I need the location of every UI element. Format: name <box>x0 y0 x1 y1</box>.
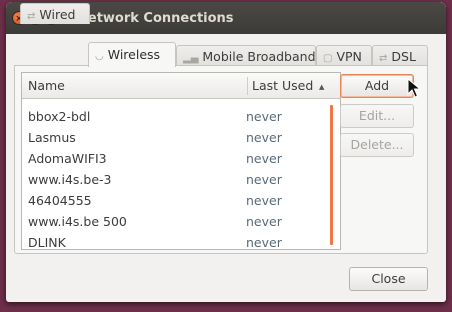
column-header-name[interactable]: Name <box>28 73 65 99</box>
tab-wired-label: Wired <box>39 7 76 22</box>
mouse-pointer-icon <box>407 78 421 98</box>
wireless-icon: ◡ <box>95 51 104 62</box>
connections-list[interactable]: Name Last Used ▲ bbox2-bdl never Lasmus … <box>21 72 341 250</box>
connection-name: www.i4s.be 500 <box>28 214 127 229</box>
list-rows: bbox2-bdl never Lasmus never AdomaWIFI3 … <box>22 99 340 250</box>
list-item[interactable]: bbox2-bdl never <box>22 106 340 127</box>
add-button[interactable]: Add <box>340 74 414 98</box>
wired-icon: ⇄ <box>27 11 36 22</box>
tab-dsl-label: DSL <box>391 49 416 64</box>
delete-button[interactable]: Delete... <box>340 133 414 157</box>
column-separator[interactable] <box>247 77 248 95</box>
connection-last-used: never <box>246 214 282 229</box>
close-button[interactable]: Close <box>349 267 428 291</box>
list-item[interactable]: 46404555 never <box>22 190 340 211</box>
connection-name: DLINK <box>28 235 66 250</box>
list-item[interactable]: www.i4s.be 500 never <box>22 211 340 232</box>
list-item[interactable]: AdomaWIFI3 never <box>22 148 340 169</box>
connection-name: Lasmus <box>28 130 76 145</box>
mobile-broadband-icon: ▂▄ <box>183 53 199 64</box>
list-header: Name Last Used ▲ <box>22 73 340 99</box>
connection-name: 46404555 <box>28 193 92 208</box>
list-item-partial[interactable] <box>22 99 340 106</box>
window-title: Network Connections <box>77 11 234 26</box>
tab-mobile-broadband[interactable]: ▂▄ Mobile Broadband <box>176 45 316 66</box>
list-item[interactable]: DLINK never <box>22 232 340 250</box>
list-item[interactable]: www.i4s.be-3 never <box>22 169 340 190</box>
tab-vpn[interactable]: ▢ VPN <box>316 45 372 66</box>
sort-ascending-icon: ▲ <box>319 83 325 91</box>
connection-name: www.i4s.be-3 <box>28 172 112 187</box>
connection-last-used: never <box>246 109 282 124</box>
connection-last-used: never <box>246 193 282 208</box>
connection-last-used: never <box>246 235 282 250</box>
connection-last-used: never <box>246 151 282 166</box>
tab-dsl[interactable]: ⇄ DSL <box>372 45 428 66</box>
connection-name: AdomaWIFI3 <box>28 151 107 166</box>
connection-name: bbox2-bdl <box>28 109 91 124</box>
tab-vpn-label: VPN <box>336 49 362 64</box>
list-item[interactable]: Lasmus never <box>22 127 340 148</box>
tab-wireless[interactable]: ◡ Wireless <box>88 42 176 67</box>
list-scrollbar[interactable] <box>330 105 333 245</box>
connection-last-used: never <box>246 130 282 145</box>
column-header-last-used[interactable]: Last Used <box>252 73 313 99</box>
dsl-icon: ⇄ <box>379 53 388 64</box>
tab-wired[interactable]: ⇄ Wired <box>20 3 90 24</box>
tab-mobile-broadband-label: Mobile Broadband <box>202 49 316 64</box>
edit-button[interactable]: Edit... <box>340 104 414 128</box>
connection-last-used: never <box>246 172 282 187</box>
tab-wireless-label: Wireless <box>107 47 161 62</box>
vpn-lock-icon: ▢ <box>323 53 333 64</box>
